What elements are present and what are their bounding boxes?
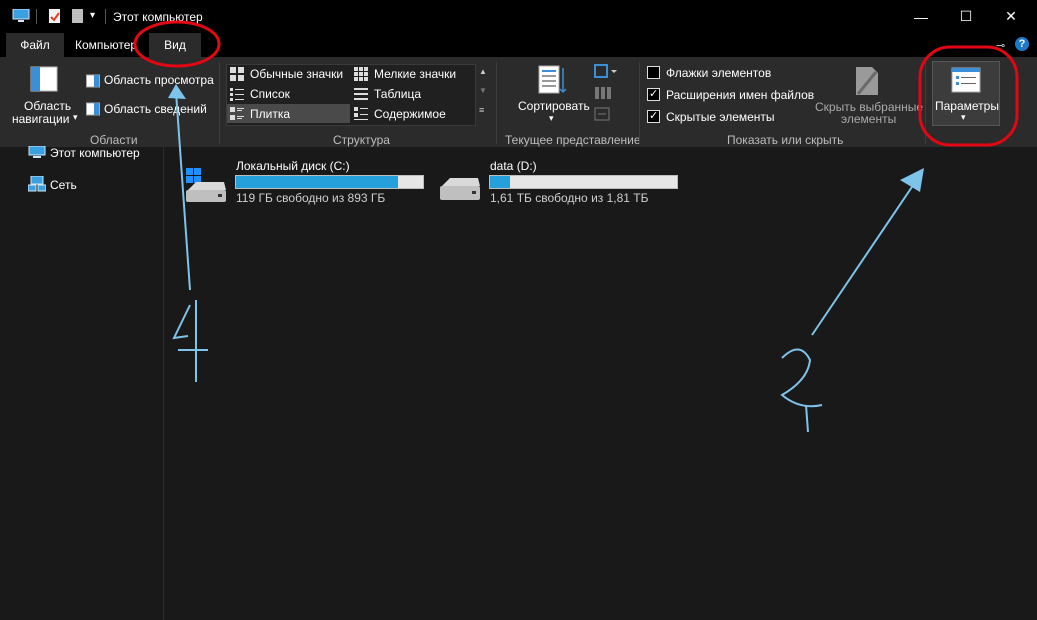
annotation-number-1-drawing	[172, 300, 208, 382]
arrow-1-shaft	[175, 91, 191, 291]
annotation-overlay	[133, 20, 1019, 433]
annotation-number-2-drawing	[780, 348, 823, 433]
arrow-2-shaft	[811, 177, 919, 336]
highlight-circle-view-tab	[133, 20, 221, 68]
arrow-1-head	[168, 84, 186, 99]
highlight-circle-options	[918, 45, 1019, 147]
